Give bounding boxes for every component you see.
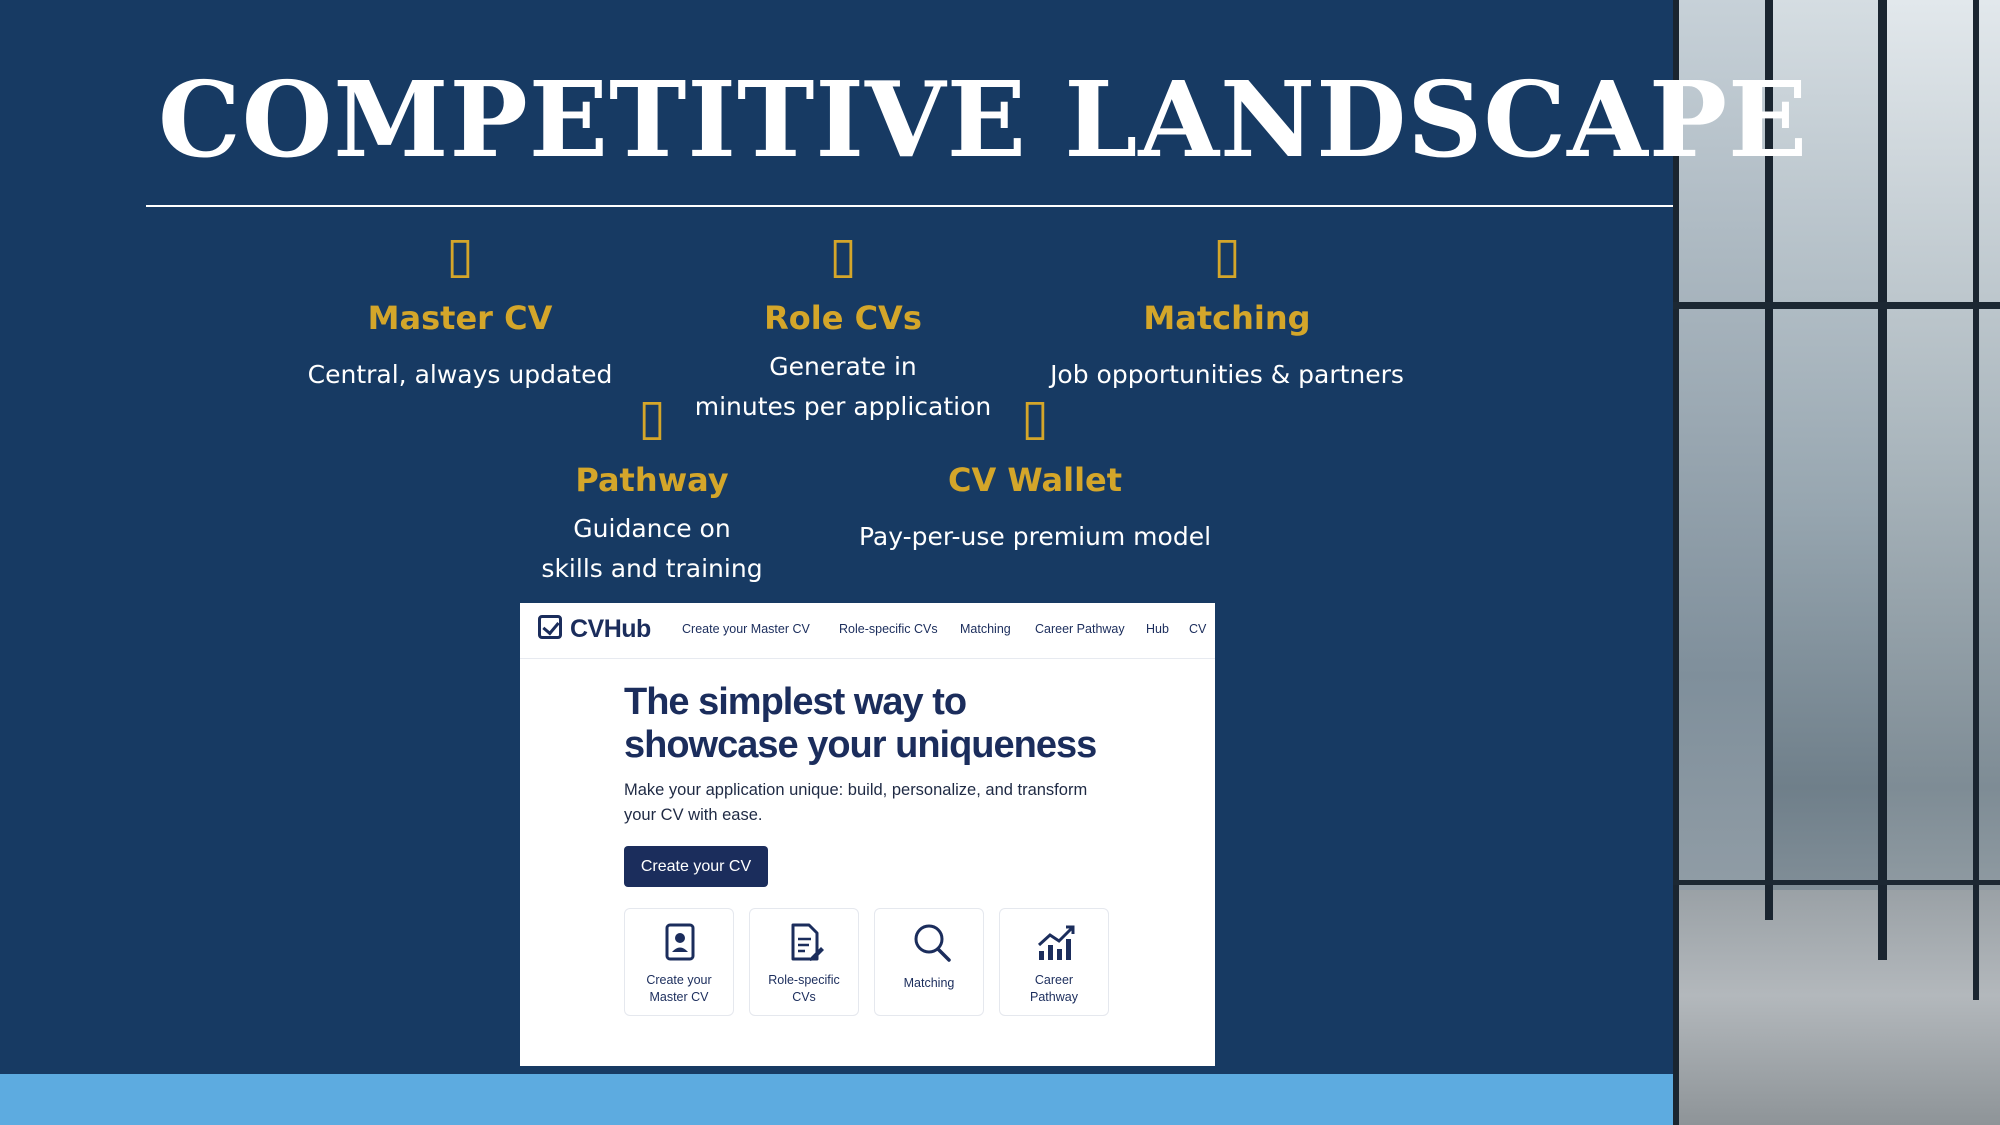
nav-item-role-cvs[interactable]: Role-specific CVs [839,622,938,636]
missing-glyph-icon: ▯ [638,388,666,446]
card-career-pathway[interactable]: Career Pathway [999,908,1109,1016]
card-label: Matching [903,976,955,990]
hero-subtitle: Make your application unique: build, per… [624,781,1088,824]
document-edit-icon [791,923,824,961]
missing-glyph-icon: ▯ [1021,388,1049,446]
nav-item-hub[interactable]: Hub [1146,622,1169,636]
feature-title: Pathway [575,461,729,499]
feature-title: Role CVs [764,299,922,337]
nav-item-cv[interactable]: CV [1189,622,1206,636]
slide-title: COMPETITIVE LANDSCAPE [158,58,1809,181]
feature-title: Master CV [367,299,553,337]
feature-master-cv: ▯ Master CV Central, always updated [260,223,660,395]
feature-title: Matching [1143,299,1311,337]
feature-title: CV Wallet [947,461,1123,499]
nav-item-master-cv[interactable]: Create your Master CV [682,622,810,636]
card-label: Career Pathway [1030,973,1078,1004]
search-icon [914,924,951,962]
cvhub-navbar: CVHub Create your Master CV Role-specifi… [520,603,1215,659]
checkbox-logo-icon [538,615,562,639]
card-role-specific-cvs[interactable]: Role-specific CVs [749,908,859,1016]
create-cv-button[interactable]: Create your CV [624,846,768,887]
growth-chart-icon [1037,925,1075,960]
feature-description: Pay-per-use premium model [858,522,1212,551]
feature-cv-wallet: ▯ CV Wallet Pay-per-use premium model [835,385,1235,557]
title-divider [146,205,1673,207]
missing-glyph-icon: ▯ [829,226,857,284]
bottom-accent-band [0,1074,1673,1125]
feature-pathway: ▯ Pathway Guidance on skills and trainin… [452,385,852,589]
cvhub-logo[interactable]: CVHub [570,615,651,644]
nav-item-career-pathway[interactable]: Career Pathway [1035,622,1125,636]
nav-item-matching[interactable]: Matching [960,622,1011,636]
missing-glyph-icon: ▯ [1213,226,1241,284]
card-create-master-cv[interactable]: Create your Master CV [624,908,734,1016]
missing-glyph-icon: ▯ [446,226,474,284]
card-matching[interactable]: Matching [874,908,984,1016]
hero-heading: The simplest way to showcase your unique… [624,681,1097,766]
cvhub-screenshot: CVHub Create your Master CV Role-specifi… [520,603,1215,1066]
id-card-icon [665,923,695,961]
feature-description: Guidance on skills and training [541,514,763,583]
card-label: Role-specific CVs [768,973,840,1004]
card-label: Create your Master CV [646,973,712,1004]
feature-matching: ▯ Matching Job opportunities & partners [1027,223,1427,395]
